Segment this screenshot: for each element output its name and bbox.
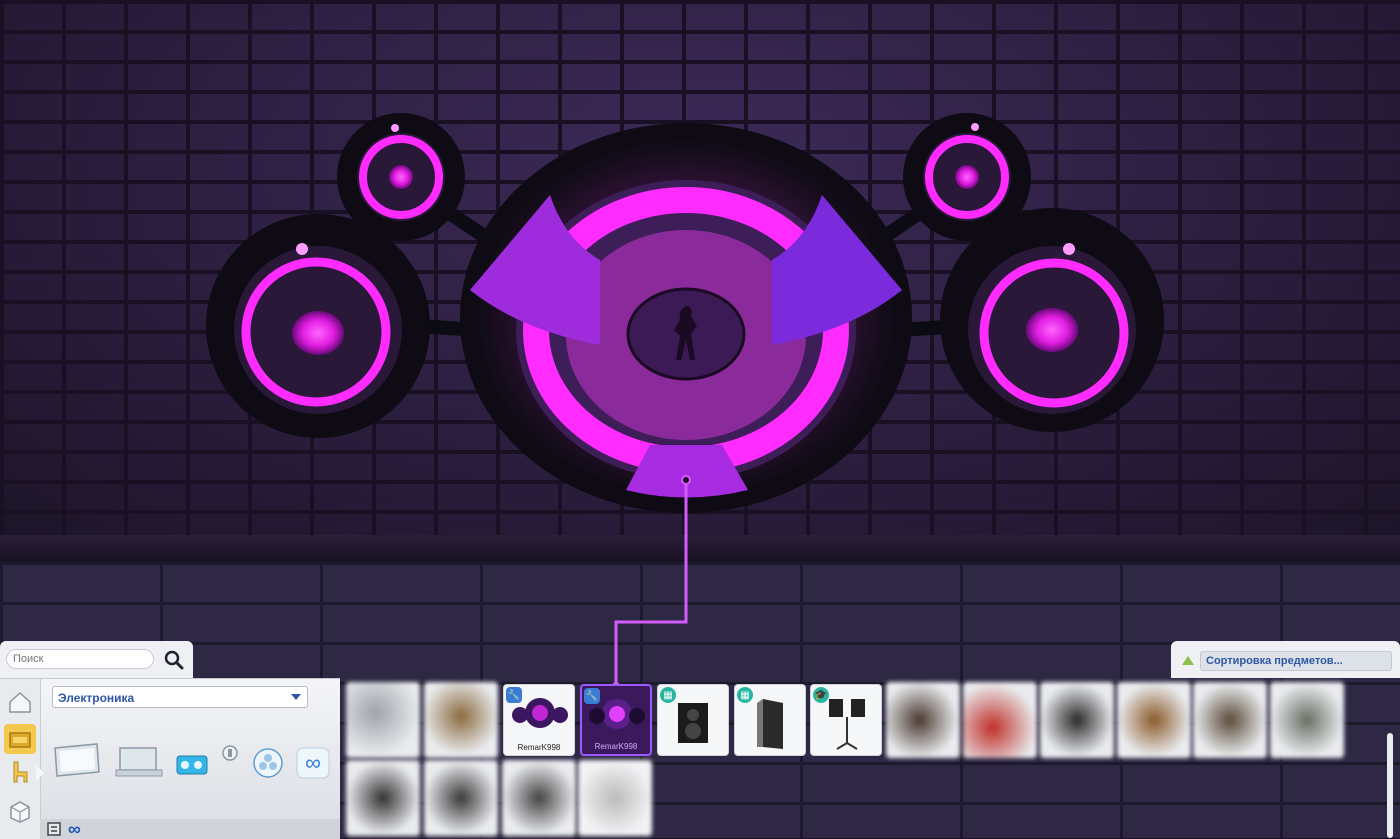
tab-build-house[interactable] — [4, 687, 36, 717]
catalog-item-obscured[interactable] — [346, 760, 420, 836]
catalog-item-obscured[interactable] — [424, 760, 498, 836]
item-thumbnail — [757, 699, 783, 749]
box-icon — [10, 801, 30, 823]
bb-cheat-icon[interactable] — [45, 820, 63, 838]
catalog-item-dj-speaker-selected[interactable]: 🔧 RemarK998 — [580, 684, 652, 756]
house-icon — [9, 691, 31, 713]
sort-items-button[interactable]: Сортировка предметов... — [1200, 651, 1392, 671]
search-panel — [0, 641, 193, 678]
search-input[interactable] — [6, 649, 154, 669]
catalog-item-pa-speakers[interactable]: 🎓 — [810, 684, 882, 756]
chair-icon — [13, 761, 28, 783]
tab-by-function[interactable] — [4, 757, 36, 787]
subcategory-audio[interactable] — [175, 748, 211, 778]
triangle-up-icon[interactable] — [1182, 656, 1194, 665]
catalog-item-dj-speaker[interactable]: 🔧 RemarK998 — [503, 684, 575, 756]
placement-handle[interactable] — [681, 475, 691, 485]
infinity-funds-label: ∞ — [68, 819, 81, 839]
item-thumbnail — [589, 699, 645, 729]
subcategory-misc[interactable] — [252, 747, 284, 779]
item-thumbnail — [512, 698, 568, 728]
active-tab-pointer — [36, 765, 44, 781]
misc-electronics-icon — [253, 748, 283, 778]
speaker-large-right — [940, 208, 1164, 432]
subcategory-all[interactable]: ∞ — [296, 747, 330, 779]
subcategory-computers[interactable] — [114, 745, 164, 779]
category-dropdown[interactable]: Электроника — [52, 686, 308, 708]
catalog-scrollbar[interactable] — [1387, 733, 1393, 838]
catalog-tabs — [0, 679, 44, 839]
svg-text:∞: ∞ — [305, 750, 321, 775]
tv-icon — [54, 743, 100, 777]
catalog-item-obscured[interactable] — [424, 682, 498, 758]
catalog-item-obscured[interactable] — [963, 682, 1037, 758]
tab-storage[interactable] — [4, 796, 36, 826]
catalog-item-obscured[interactable] — [1117, 682, 1191, 758]
sort-panel: Сортировка предметов... — [1171, 641, 1400, 678]
computer-icon — [115, 747, 163, 777]
sort-items-label: Сортировка предметов... — [1206, 655, 1343, 667]
item-creator-label: RemarK998 — [517, 743, 561, 752]
speaker-large-left — [206, 214, 430, 438]
search-icon — [164, 650, 184, 670]
catalog-item-obscured[interactable] — [502, 760, 576, 836]
catalog-item-tower-speaker[interactable]: ▦ — [734, 684, 806, 756]
dj-booth-center — [460, 123, 912, 513]
catalog-item-speaker-stand[interactable]: ▦ — [657, 684, 729, 756]
infinity-icon: ∞ — [296, 747, 330, 779]
stereo-icon — [176, 755, 208, 775]
catalog-item-obscured[interactable] — [1193, 682, 1267, 758]
catalog-item-obscured[interactable] — [346, 682, 420, 758]
catalog-item-obscured[interactable] — [578, 760, 652, 836]
small-electronics-icon — [222, 745, 238, 761]
tab-by-room[interactable] — [4, 724, 36, 754]
room-icon — [9, 732, 31, 748]
subcategory-tv[interactable] — [53, 742, 101, 778]
subcategory-small[interactable] — [220, 743, 240, 763]
item-catalog-grid: 🔧 RemarK998 🔧 RemarK998 ▦ ▦ 🎓 — [340, 678, 1400, 838]
panel-footer — [40, 819, 340, 839]
catalog-item-obscured[interactable] — [1040, 682, 1114, 758]
item-creator-label: RemarK998 — [594, 742, 638, 751]
item-thumbnail — [678, 703, 708, 743]
catalog-side-panel: Электроника ∞ ∞ — [0, 678, 340, 839]
catalog-item-obscured[interactable] — [1270, 682, 1344, 758]
catalog-item-obscured[interactable] — [886, 682, 960, 758]
chevron-down-icon — [291, 694, 301, 700]
category-label: Электроника — [58, 691, 135, 705]
item-thumbnail — [829, 699, 865, 750]
search-button[interactable] — [162, 648, 186, 672]
